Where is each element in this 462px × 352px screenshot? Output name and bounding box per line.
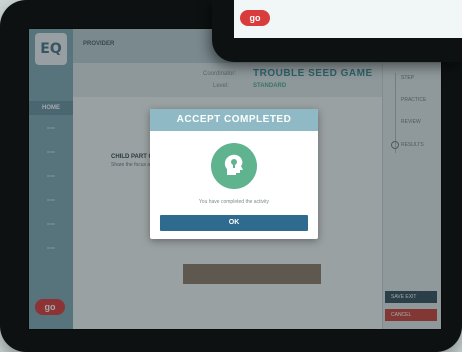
ok-button[interactable]: OK bbox=[160, 215, 308, 231]
tablet-front: go bbox=[212, 0, 462, 62]
head-silhouette-icon bbox=[224, 154, 243, 175]
brand-badge: go bbox=[240, 10, 270, 26]
completion-modal: ACCEPT COMPLETED You have completed the … bbox=[150, 109, 318, 239]
silhouette-head-puzzle-icon bbox=[211, 143, 257, 189]
modal-message: You have completed the activity bbox=[198, 199, 270, 205]
modal-title: ACCEPT COMPLETED bbox=[150, 109, 318, 131]
front-screen: go bbox=[234, 0, 462, 38]
